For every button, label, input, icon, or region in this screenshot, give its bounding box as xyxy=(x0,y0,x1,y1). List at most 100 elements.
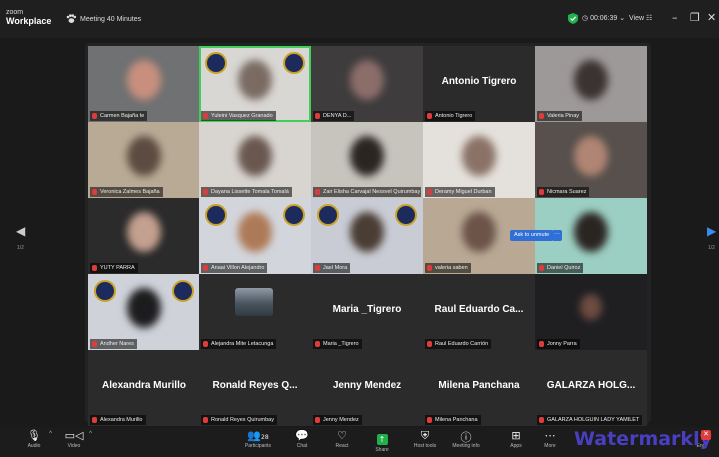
ask-to-unmute-button[interactable]: Ask to unmute xyxy=(510,230,554,241)
restore-button[interactable]: ❐ xyxy=(690,11,700,24)
grid-icon: ☷ xyxy=(646,15,653,22)
participant-tile[interactable]: Yuleini Vasquez Granado xyxy=(199,46,311,122)
participant-name-label: Antonio Tigrero xyxy=(425,111,476,121)
participant-name-label: Jonny Parra xyxy=(537,339,580,349)
heart-icon: ♡ xyxy=(337,429,347,442)
school-crest-logo xyxy=(283,52,305,74)
blurred-face xyxy=(462,136,496,176)
meeting-info-button[interactable]: ⓘ Meeting info xyxy=(446,429,486,449)
participant-tile[interactable]: Jonny Parra xyxy=(535,274,647,350)
muted-mic-icon xyxy=(92,265,97,271)
participant-display-name: Alexandra Murillo xyxy=(102,380,186,391)
participant-name-label: Veronica Zalmes Bajaña xyxy=(90,187,163,197)
participant-display-name: Jenny Mendez xyxy=(332,380,402,391)
participant-tile[interactable]: YUTY PARRA xyxy=(88,198,200,274)
participant-tile[interactable]: GALARZA HOLG... GALARZA HOLGUIN LADY YAMI… xyxy=(535,350,647,426)
participant-name-label: Alexandra Murillo xyxy=(90,415,146,425)
participant-tile[interactable]: Raul Eduardo Ca... Raul Eduardo Carrión xyxy=(423,274,535,350)
participant-name-text: Jael Mora xyxy=(323,265,348,271)
participant-display-name: Raul Eduardo Ca... xyxy=(434,304,524,315)
share-button[interactable]: ↑ Share xyxy=(362,429,402,453)
share-arrow-icon: ↑ xyxy=(376,434,388,445)
participant-name-text: Veronica Zalmes Bajaña xyxy=(100,189,160,195)
muted-mic-icon xyxy=(203,341,208,347)
minimize-button[interactable]: – xyxy=(672,11,678,24)
participant-tile[interactable]: Dayana Lissette Tomala Tomalá xyxy=(199,122,311,198)
blurred-face xyxy=(127,288,161,328)
blurred-face xyxy=(574,60,608,100)
school-crest-logo xyxy=(283,204,305,226)
meeting-timer[interactable]: ◷ 00:06:39 ⌄ xyxy=(582,14,625,22)
previous-page-arrow-icon[interactable]: ◀ xyxy=(16,224,25,238)
participant-name-text: Ronald Reyes Quirumbay xyxy=(211,417,274,423)
close-watermark-icon[interactable]: ✕ xyxy=(701,430,711,440)
blurred-face xyxy=(238,212,272,252)
more-options-button[interactable]: ··· xyxy=(552,230,562,241)
host-tools-button[interactable]: ⛨ Host tools xyxy=(405,429,445,449)
participant-name-label: Jenny Mendez xyxy=(313,415,362,425)
audio-button[interactable]: 🎙 Audio ^ xyxy=(14,429,54,449)
react-button[interactable]: ♡ React xyxy=(322,429,362,449)
school-crest-logo xyxy=(94,280,116,302)
muted-mic-icon xyxy=(92,113,97,119)
video-button[interactable]: ▭◁ Video ^ xyxy=(54,429,94,449)
participant-tile[interactable]: Carmen Bajaña te xyxy=(88,46,200,122)
shield-check-icon[interactable] xyxy=(568,13,578,24)
participant-tile[interactable]: Milena Panchana Milena Panchana xyxy=(423,350,535,426)
participant-name-label: Nicmara Suarez xyxy=(537,187,590,197)
video-caret-icon[interactable]: ^ xyxy=(89,431,92,437)
muted-mic-icon xyxy=(427,189,432,195)
meeting-title[interactable]: Meeting 40 Minutes xyxy=(66,14,141,24)
chevron-down-icon: ⌄ xyxy=(617,15,626,22)
brand-workplace: Workplace xyxy=(6,16,52,26)
participant-tile[interactable]: Maria _Tigrero Maria _Tigrero xyxy=(311,274,423,350)
participant-name-text: YUTY PARRA xyxy=(100,265,135,271)
participant-tile[interactable]: Deramy Miguel Durban xyxy=(423,122,535,198)
more-button[interactable]: ⋯ More xyxy=(530,429,570,449)
participant-tile[interactable]: DENYA D... xyxy=(311,46,423,122)
view-menu[interactable]: View ☷ xyxy=(629,14,652,22)
next-page-arrow-icon[interactable]: ▶ xyxy=(707,224,716,238)
participant-tile[interactable]: Jael Mora xyxy=(311,198,423,274)
participant-tile[interactable]: Ronald Reyes Q... Ronald Reyes Quirumbay xyxy=(199,350,311,426)
participant-name-label: Ronald Reyes Quirumbay xyxy=(201,415,277,425)
meeting-title-text: Meeting 40 Minutes xyxy=(80,15,142,23)
participant-tile[interactable]: Veronica Zalmes Bajaña xyxy=(88,122,200,198)
participant-name-label: Deramy Miguel Durban xyxy=(425,187,495,197)
participant-tile[interactable]: Andher Nares xyxy=(88,274,200,350)
participant-tile[interactable]: Nicmara Suarez xyxy=(535,122,647,198)
participant-tile[interactable]: Anaai Villon Alejandro xyxy=(199,198,311,274)
participant-name-text: GALARZA HOLGUIN LADY YAMILET xyxy=(547,417,640,423)
participants-button[interactable]: 👥28 Participants xyxy=(236,429,280,449)
close-button[interactable]: ✕ xyxy=(707,11,716,24)
muted-mic-icon xyxy=(203,265,208,271)
participant-tile[interactable]: Alejandra Mite Letacunga xyxy=(199,274,311,350)
participant-name-text: Jonny Parra xyxy=(547,341,577,347)
participant-name-text: Yuleini Vasquez Granado xyxy=(211,113,273,119)
chat-label: Chat xyxy=(296,443,308,449)
previous-page-indicator: 1/2 xyxy=(17,245,24,251)
blurred-face xyxy=(127,212,161,252)
school-crest-logo xyxy=(172,280,194,302)
participant-name-text: Jenny Mendez xyxy=(323,417,359,423)
participant-name-label: Jael Mora xyxy=(313,263,351,273)
participant-name-label: Yuleini Vasquez Granado xyxy=(201,111,276,121)
participant-tile[interactable]: Zair Elisha Carvajal Nessvel Quirumbay xyxy=(311,122,423,198)
chat-button[interactable]: 💬 Chat xyxy=(282,429,322,449)
participant-display-name: Ronald Reyes Q... xyxy=(212,380,298,391)
participant-tile[interactable]: Antonio Tigrero Antonio Tigrero xyxy=(423,46,535,122)
participant-name-label: Raul Eduardo Carrión xyxy=(425,339,492,349)
participant-tile[interactable]: Valeria Pinay xyxy=(535,46,647,122)
participant-tile[interactable]: Jenny Mendez Jenny Mendez xyxy=(311,350,423,426)
blurred-face xyxy=(127,136,161,176)
audio-caret-icon[interactable]: ^ xyxy=(49,431,52,437)
participant-name-text: Deramy Miguel Durban xyxy=(435,189,492,195)
participant-tile[interactable]: Alexandra Murillo Alexandra Murillo xyxy=(88,350,200,426)
participant-name-label: DENYA D... xyxy=(313,111,355,121)
participant-name-text: Dayana Lissette Tomala Tomalá xyxy=(211,189,289,195)
participant-name-label: Carmen Bajaña te xyxy=(90,111,148,121)
participant-name-text: Zair Elisha Carvajal Nessvel Quirumbay xyxy=(323,189,421,195)
muted-mic-icon xyxy=(92,341,97,347)
muted-mic-icon xyxy=(315,417,320,423)
video-camera-icon: ▭◁ xyxy=(64,429,84,442)
